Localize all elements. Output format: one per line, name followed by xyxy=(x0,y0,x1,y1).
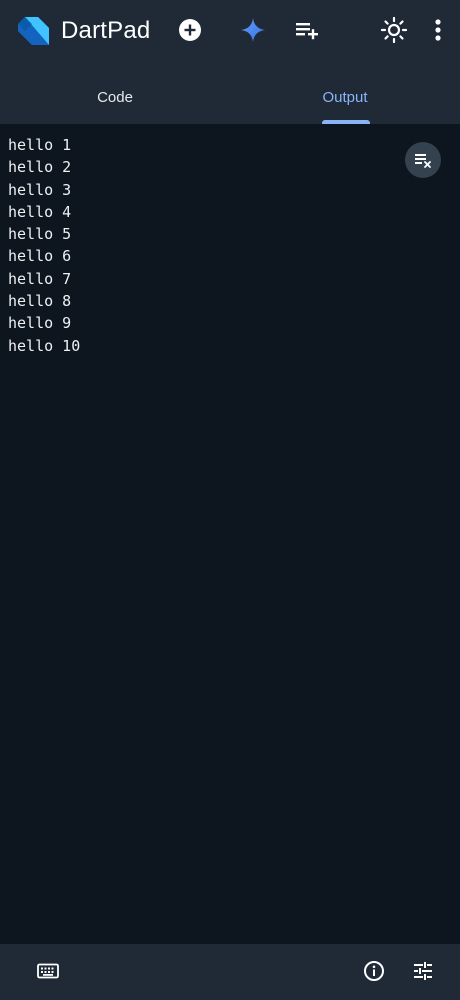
console-line: hello 8 xyxy=(8,292,72,311)
output-console: hello 1 hello 2 hello 3 hello 4 hello 5 … xyxy=(0,124,460,944)
console-line: hello 10 xyxy=(8,336,81,355)
top-app-bar: DartPad Code Output xyxy=(0,0,460,124)
app-title: DartPad xyxy=(61,17,151,44)
more-vert-icon xyxy=(435,19,441,41)
add-circle-icon xyxy=(179,19,201,41)
console-line: hello 9 xyxy=(8,314,72,333)
install-package-button[interactable] xyxy=(290,13,324,47)
tab-code[interactable]: Code xyxy=(0,70,230,124)
console-line: hello 2 xyxy=(8,158,72,177)
info-icon xyxy=(364,961,384,981)
more-options-button[interactable] xyxy=(421,13,455,47)
keyboard-button[interactable] xyxy=(33,956,63,986)
info-button[interactable] xyxy=(359,956,389,986)
clear-console-button[interactable] xyxy=(405,142,441,178)
console-line: hello 5 xyxy=(8,225,72,244)
new-snippet-button[interactable] xyxy=(173,13,207,47)
gemini-sparkle-icon xyxy=(241,18,265,42)
clear-all-icon xyxy=(415,154,431,168)
bottom-status-bar xyxy=(0,944,460,1000)
console-line: hello 1 xyxy=(8,136,72,154)
settings-button[interactable] xyxy=(408,956,438,986)
brand: DartPad xyxy=(16,12,150,50)
theme-toggle-button[interactable] xyxy=(377,13,411,47)
playlist-add-icon xyxy=(296,23,318,40)
console-line: hello 3 xyxy=(8,180,72,199)
dart-logo xyxy=(18,17,49,45)
console-line: hello 7 xyxy=(8,269,72,288)
dartpad-app: DartPad Code Output hello 1 hello 2 hell… xyxy=(0,0,460,1000)
theme-sun-icon xyxy=(380,16,408,44)
gemini-button[interactable] xyxy=(236,13,270,47)
keyboard-icon xyxy=(37,963,59,979)
console-output-list: hello 1 hello 2 hello 3 hello 4 hello 5 … xyxy=(8,134,80,357)
tune-icon xyxy=(414,962,432,980)
console-line: hello 4 xyxy=(8,202,72,221)
tab-output[interactable]: Output xyxy=(230,70,460,124)
tab-bar: Code Output xyxy=(0,70,460,124)
console-line: hello 6 xyxy=(8,247,72,266)
